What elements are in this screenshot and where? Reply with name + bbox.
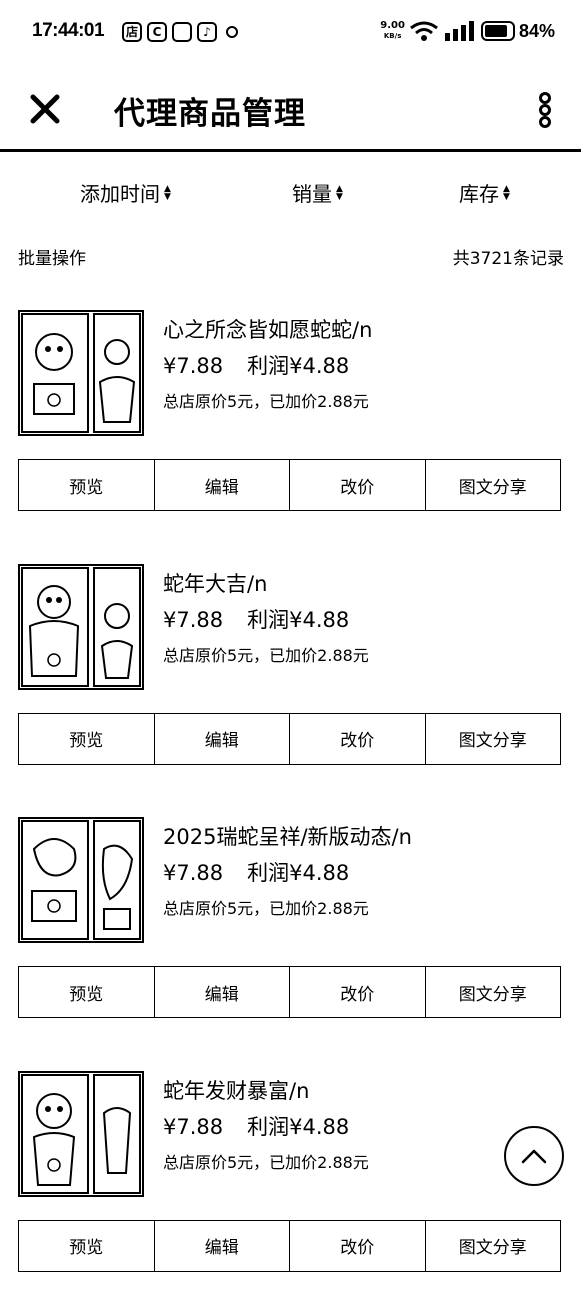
dot-icon [226,26,238,38]
product-price: ¥7.88 [163,1115,223,1139]
chevron-up-icon [521,1148,547,1164]
sort-by-stock[interactable]: 库存 ▲▼ [459,178,510,207]
status-bar: 17:44:01 店 C ♪ 9.00 KB/s [0,0,581,66]
preview-button[interactable]: 预览 [18,966,155,1018]
edit-button[interactable]: 编辑 [155,1220,291,1272]
scroll-to-top-button[interactable] [504,1126,564,1186]
product-profit: 利润¥4.88 [247,861,349,885]
product-thumbnail[interactable] [18,1071,144,1197]
product-name[interactable]: 心之所念皆如愿蛇蛇/n [163,314,372,344]
notification-icons: 店 C ♪ [122,22,238,42]
shop-app-icon: 店 [122,22,142,42]
share-button[interactable]: 图文分享 [426,713,562,765]
preview-button[interactable]: 预览 [18,1220,155,1272]
close-icon [28,92,62,126]
record-count: 共3721条记录 [453,244,564,269]
sort-arrows-icon: ▲▼ [336,185,343,201]
batch-operation-link[interactable]: 批量操作 [18,244,86,269]
sort-arrows-icon: ▲▼ [503,185,510,201]
close-button[interactable] [28,92,62,126]
product-card: 心之所念皆如愿蛇蛇/n ¥7.88 利润¥4.88 总店原价5元，已加价2.88元… [0,300,581,554]
share-button[interactable]: 图文分享 [426,459,562,511]
share-button[interactable]: 图文分享 [426,966,562,1018]
battery-percent: 84% [519,21,555,42]
network-speed-value: 9.00 [380,21,405,31]
product-price: ¥7.88 [163,354,223,378]
edit-button[interactable]: 编辑 [155,459,291,511]
sort-bar: 添加时间 ▲▼ 销量 ▲▼ 库存 ▲▼ [0,172,581,212]
sort-label: 库存 [459,178,499,207]
product-profit: 利润¥4.88 [247,354,349,378]
product-price: ¥7.88 [163,608,223,632]
product-thumbnail[interactable] [18,817,144,943]
reprice-button[interactable]: 改价 [290,459,426,511]
product-thumbnail[interactable] [18,564,144,690]
sort-by-sales[interactable]: 销量 ▲▼ [292,178,343,207]
edit-button[interactable]: 编辑 [155,713,291,765]
wifi-icon [409,20,439,42]
network-speed: 9.00 KB/s [380,21,405,41]
product-thumbnail[interactable] [18,310,144,436]
camera-app-icon: C [147,22,167,42]
status-time: 17:44:01 [32,20,104,42]
app-header: 代理商品管理 [0,66,581,152]
product-price-note: 总店原价5元，已加价2.88元 [163,642,369,666]
product-actions: 预览 编辑 改价 图文分享 [18,459,561,511]
sort-label: 添加时间 [80,178,160,207]
battery-level [485,25,507,37]
product-price-row: ¥7.88 利润¥4.88 [163,350,349,380]
tiktok-app-icon: ♪ [197,22,217,42]
reprice-button[interactable]: 改价 [290,966,426,1018]
product-profit: 利润¥4.88 [247,1115,349,1139]
product-card: 蛇年发财暴富/n ¥7.88 利润¥4.88 总店原价5元，已加价2.88元 预览… [0,1061,581,1314]
product-actions: 预览 编辑 改价 图文分享 [18,966,561,1018]
product-profit: 利润¥4.88 [247,608,349,632]
product-name[interactable]: 蛇年发财暴富/n [163,1075,309,1105]
list-info-row: 批量操作 共3721条记录 [0,244,581,270]
reprice-button[interactable]: 改价 [290,1220,426,1272]
product-price-note: 总店原价5元，已加价2.88元 [163,1149,369,1173]
more-button[interactable] [533,92,557,128]
product-price: ¥7.88 [163,861,223,885]
sort-label: 销量 [292,178,332,207]
battery-icon [481,21,515,41]
product-price-row: ¥7.88 利润¥4.88 [163,857,349,887]
product-price-note: 总店原价5元，已加价2.88元 [163,388,369,412]
system-status: 9.00 KB/s 84% [380,20,555,42]
product-price-note: 总店原价5元，已加价2.88元 [163,895,369,919]
share-button[interactable]: 图文分享 [426,1220,562,1272]
product-price-row: ¥7.88 利润¥4.88 [163,604,349,634]
product-name[interactable]: 2025瑞蛇呈祥/新版动态/n [163,821,412,851]
product-card: 蛇年大吉/n ¥7.88 利润¥4.88 总店原价5元，已加价2.88元 预览 编… [0,554,581,808]
product-actions: 预览 编辑 改价 图文分享 [18,713,561,765]
more-vertical-icon [533,92,557,128]
edit-button[interactable]: 编辑 [155,966,291,1018]
product-name[interactable]: 蛇年大吉/n [163,568,267,598]
preview-button[interactable]: 预览 [18,459,155,511]
product-price-row: ¥7.88 利润¥4.88 [163,1111,349,1141]
reprice-button[interactable]: 改价 [290,713,426,765]
product-actions: 预览 编辑 改价 图文分享 [18,1220,561,1272]
page-title: 代理商品管理 [114,88,306,133]
signal-icon [443,20,477,42]
sort-by-added-time[interactable]: 添加时间 ▲▼ [80,178,171,207]
product-card: 2025瑞蛇呈祥/新版动态/n ¥7.88 利润¥4.88 总店原价5元，已加价2… [0,807,581,1061]
product-list: 心之所念皆如愿蛇蛇/n ¥7.88 利润¥4.88 总店原价5元，已加价2.88元… [0,300,581,1314]
sort-arrows-icon: ▲▼ [164,185,171,201]
network-speed-unit: KB/s [380,31,405,41]
notes-app-icon [172,22,192,42]
preview-button[interactable]: 预览 [18,713,155,765]
